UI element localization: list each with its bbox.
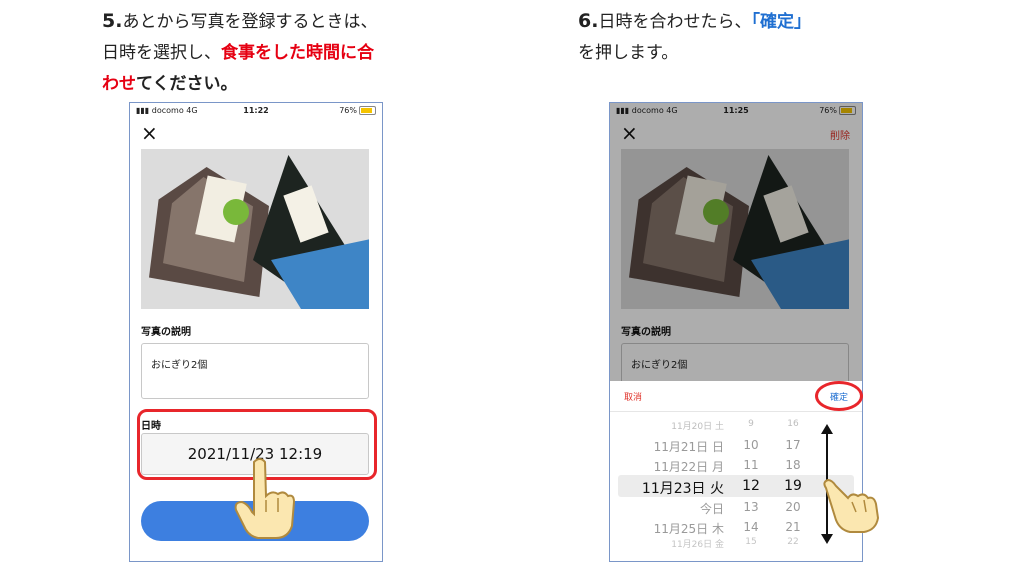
battery-icon [359,106,376,115]
pointing-hand-icon [823,478,880,533]
picker-row[interactable]: 11月22日 月 11 18 [610,458,862,478]
picker-row[interactable]: 11月21日 日 10 17 [610,438,862,458]
description-label: 写真の説明 [141,327,191,338]
meal-photo [141,149,369,309]
description-field[interactable]: おにぎり2個 [141,343,369,399]
status-bar: ▮▮▮ docomo 4G 11:22 76% [130,103,382,119]
right-instruction: 6.日時を合わせたら、「確定」 を押します。 [578,10,811,63]
close-icon[interactable]: × [141,121,158,145]
cancel-button[interactable]: 取消 [624,390,642,403]
confirm-highlight-circle [815,381,863,411]
pointing-hand-icon [234,458,296,539]
left-instruction: 5.あとから写真を登録するときは、 日時を選択し、食事をした時間に合 わせてくだ… [102,10,378,94]
arrow-down-icon [821,534,833,544]
dim-overlay [610,103,862,381]
